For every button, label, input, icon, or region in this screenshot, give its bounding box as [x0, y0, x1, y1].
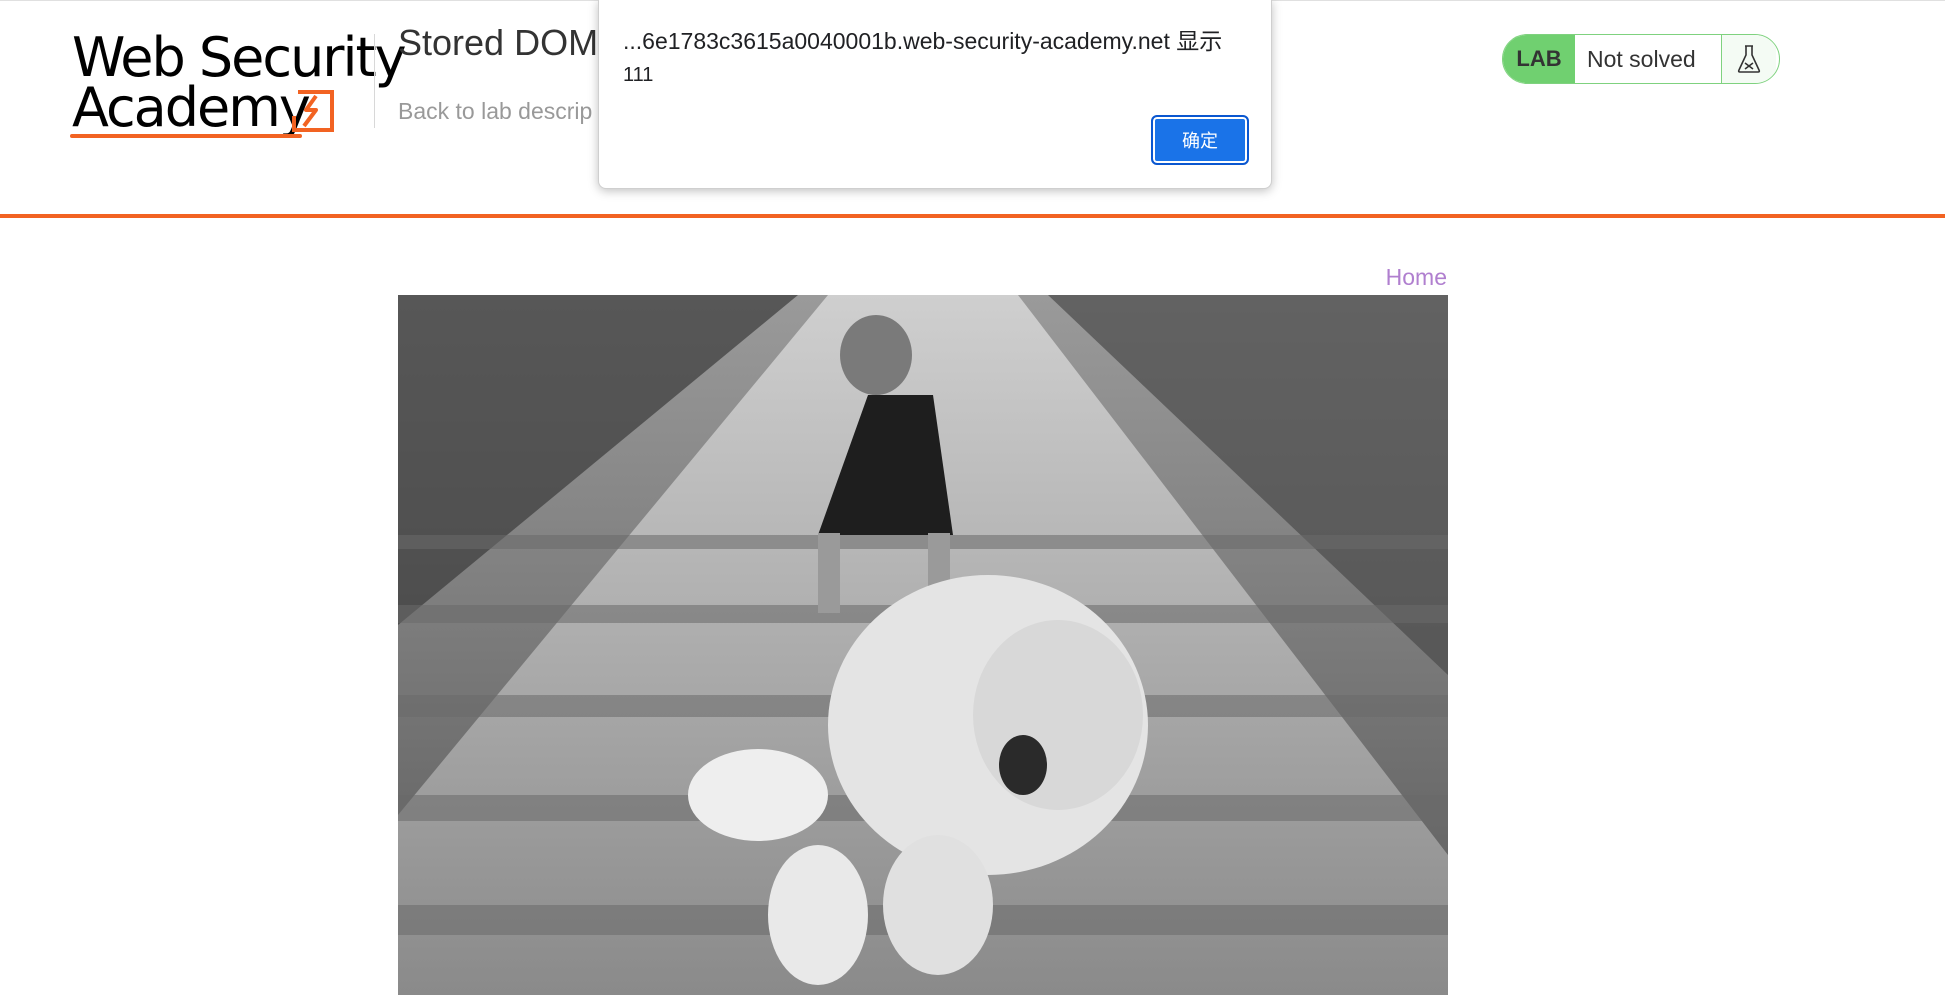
- girl-with-teddy-bear-photo: [398, 295, 1448, 995]
- lab-title: Stored DOM: [398, 22, 599, 63]
- alert-ok-button[interactable]: 确定: [1151, 115, 1249, 165]
- blog-post-image: [398, 295, 1448, 995]
- back-to-lab-description-link[interactable]: Back to lab descrip: [398, 98, 592, 125]
- logo-underline: [70, 134, 302, 138]
- lab-badge: LAB: [1503, 35, 1575, 83]
- header-accent-bar: [0, 214, 1945, 218]
- alert-dialog: ...6e1783c3615a0040001b.web-security-aca…: [598, 0, 1272, 189]
- lab-status-text: Not solved: [1587, 45, 1696, 72]
- lab-status-widget: LAB Not solved: [1502, 34, 1780, 84]
- alert-message: 111: [623, 64, 654, 86]
- flask-icon[interactable]: [1721, 35, 1776, 83]
- web-security-academy-logo[interactable]: Web Security Academy: [70, 30, 407, 142]
- logo-line-2: Academy: [72, 76, 311, 139]
- header-divider: [374, 34, 375, 128]
- logo-lightning-icon: [292, 90, 334, 132]
- home-link[interactable]: Home: [1386, 264, 1447, 291]
- flask-icon-graphic: [1737, 45, 1761, 73]
- alert-origin-text: ...6e1783c3615a0040001b.web-security-aca…: [623, 28, 1223, 54]
